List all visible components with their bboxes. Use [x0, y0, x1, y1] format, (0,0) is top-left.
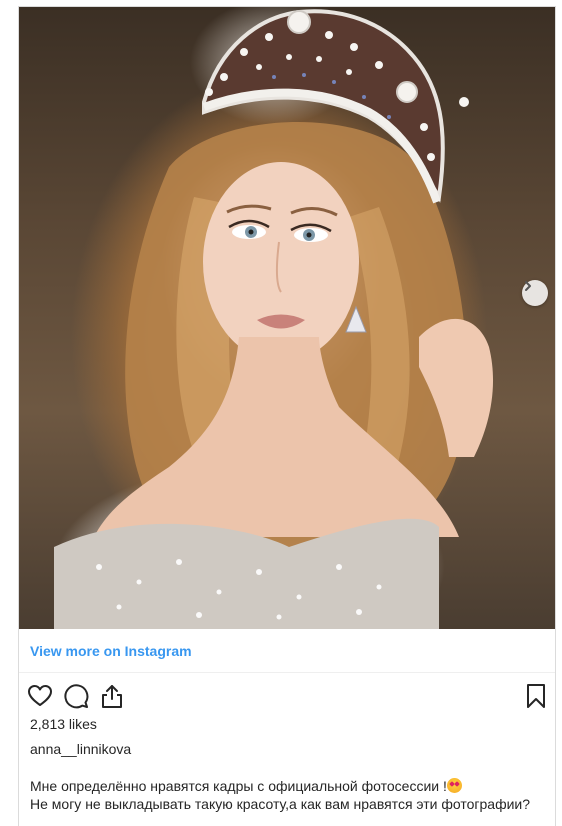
- post-caption: Мне определённо нравятся кадры с официал…: [30, 777, 550, 813]
- photo-illustration: [54, 9, 494, 629]
- comment-icon[interactable]: [63, 683, 89, 709]
- caption-line-2: Не могу не выкладывать такую красоту,а к…: [30, 796, 531, 812]
- heart-eyes-emoji-icon: [446, 778, 462, 793]
- bookmark-icon[interactable]: [523, 683, 549, 709]
- likes-count[interactable]: 2,813 likes: [30, 716, 97, 732]
- action-bar: [19, 679, 555, 711]
- share-icon[interactable]: [99, 683, 125, 709]
- caption-line-1: Мне определённо нравятся кадры с официал…: [30, 778, 447, 794]
- username-link[interactable]: anna__linnikova: [30, 741, 131, 757]
- post-photo[interactable]: [19, 7, 555, 629]
- chevron-right-icon: [525, 281, 531, 291]
- heart-icon[interactable]: [27, 683, 53, 709]
- instagram-embed-card: View more on Instagram 2,813 likes anna_…: [18, 6, 556, 826]
- next-photo-button[interactable]: [522, 280, 548, 306]
- view-more-bar: View more on Instagram: [19, 629, 555, 673]
- view-more-link[interactable]: View more on Instagram: [30, 643, 192, 659]
